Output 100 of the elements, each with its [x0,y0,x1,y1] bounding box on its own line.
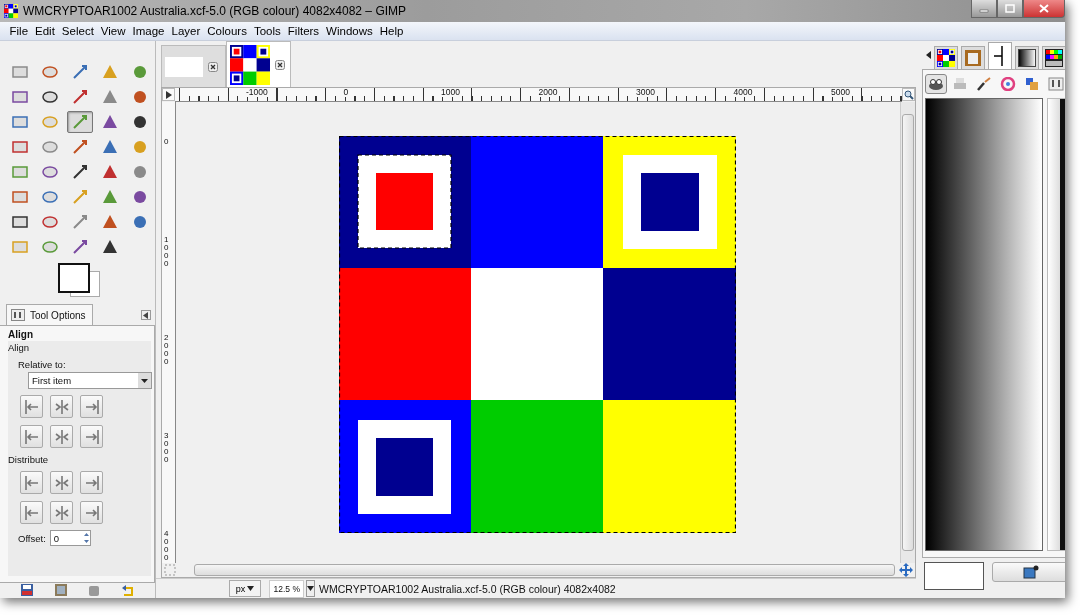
tool-icon [11,163,29,181]
tool-icon [131,88,149,106]
color-swatches[interactable] [58,263,102,297]
align-button[interactable] [50,425,73,448]
relative-dropdown[interactable]: First item [28,372,152,389]
zoom-dropdown-button[interactable] [306,580,315,597]
distribute-button[interactable] [20,471,43,494]
align-button[interactable] [20,395,43,418]
tool-icon [11,213,29,231]
image-icon[interactable] [54,584,67,596]
menu-item[interactable]: Image [129,25,168,37]
menu-item[interactable]: Tools [250,25,285,37]
section-label: Distribute [8,454,50,465]
floppy-icon[interactable] [20,584,33,596]
distribute-button[interactable] [50,501,73,524]
window-title: WMCRYPTOAR1002 Australia.xcf-5.0 (RGB colour) 4082x4082 – GIMP [23,4,408,18]
ruler-label: 0 [164,138,170,146]
ruler-label: 3000 [164,432,170,464]
menu-item[interactable]: Select [58,25,98,37]
distribute-button[interactable] [50,471,73,494]
close-button[interactable] [1023,0,1065,18]
align-button[interactable] [80,425,103,448]
caret-icon [307,586,314,591]
dock-button[interactable] [1045,74,1065,94]
menu-item[interactable]: View [97,25,130,37]
status-text: WMCRYPTOAR1002 Australia.xcf-5.0 (RGB colour) 4082x4082 [319,582,616,595]
minimize-button[interactable] [971,0,997,18]
tool-icon [41,113,59,131]
color-swatch[interactable] [924,562,984,590]
menu-item[interactable]: Filters [284,25,323,37]
tool-icon [101,238,119,256]
squares-thumbnail-icon [937,49,955,67]
tool-icon [71,138,89,156]
menu-item[interactable]: Help [376,25,407,37]
ruler-label: -1000 [245,88,268,97]
panel-menu-button[interactable] [141,310,151,320]
ruler-label: 1000 [164,236,170,268]
squares-thumbnail [230,44,270,85]
horizontal-scrollbar[interactable] [194,564,895,576]
caret-icon [247,586,255,591]
image-tab[interactable] [226,41,291,87]
tool-options-tab[interactable]: Tool Options [6,304,93,325]
align-button[interactable] [50,395,73,418]
tool-icon [131,188,149,206]
dock-tab[interactable] [1015,46,1039,69]
magnifier-icon [903,89,914,100]
app-icon [4,4,18,18]
distribute-button[interactable] [80,501,103,524]
align-icon [22,503,41,522]
zoom-field[interactable]: 12.5 % [269,579,304,598]
maximize-icon [1005,4,1015,13]
align-icon [22,397,41,416]
align-button[interactable] [80,395,103,418]
tab-label: Tool Options [30,309,86,321]
offset-field[interactable]: 0 [49,530,91,546]
tool-icon [11,238,29,256]
menu-item[interactable]: Colours [203,25,251,37]
panel-heading: Align [8,329,34,340]
align-button[interactable] [20,425,43,448]
tool-icon [71,238,89,256]
menu-item[interactable]: File [6,25,32,37]
move-icon[interactable] [899,563,913,577]
tool-icon [11,188,29,206]
unit-dropdown[interactable]: px [229,580,261,597]
menu-item[interactable]: Layer [168,25,204,37]
tool-icon [41,238,59,256]
left-arrow-icon[interactable] [926,51,931,59]
menu-item[interactable]: Windows [322,25,377,37]
tool-icon [71,63,89,81]
ruler-label: 2000 [537,88,558,97]
reset-arrow-icon[interactable] [122,584,135,596]
align-icon [22,473,41,492]
dock-tab[interactable] [988,42,1012,69]
tool-icon [131,113,149,131]
caret-icon [138,373,151,388]
close-icon[interactable] [208,61,218,72]
zoom-button[interactable] [902,88,915,101]
ruler-label: 4000 [164,530,170,562]
gradient-icon [1018,49,1036,67]
align-icon [22,427,41,446]
navigate-button[interactable] [162,88,175,101]
maximize-button[interactable] [997,0,1023,18]
menu-item[interactable]: Edit [31,25,59,37]
tool-icon [41,188,59,206]
tool-icon [101,113,119,131]
dock-tab[interactable] [934,46,958,69]
edit-button[interactable] [992,562,1065,582]
distribute-button[interactable] [20,501,43,524]
dock-tab[interactable] [1042,46,1065,69]
distribute-button[interactable] [80,471,103,494]
tool-icon [11,63,29,81]
field-label: Relative to: [18,359,67,370]
tool-icon [71,188,89,206]
close-icon[interactable] [275,59,285,70]
vertical-scrollbar[interactable] [900,102,915,563]
dock-button[interactable] [925,74,947,94]
palette-icon [1045,49,1063,67]
swatches-icon [1024,77,1040,91]
printer-icon [952,77,968,91]
tool-icon [101,163,119,181]
